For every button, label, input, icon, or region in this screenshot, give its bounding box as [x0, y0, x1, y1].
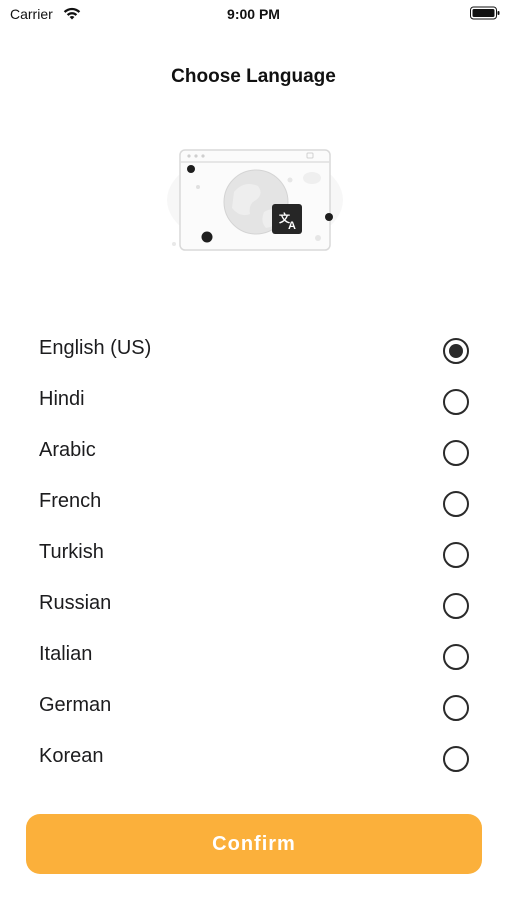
language-option-korean[interactable]: Korean: [0, 733, 507, 784]
radio-button[interactable]: [443, 542, 469, 568]
language-label: Arabic: [39, 439, 96, 461]
radio-button[interactable]: [443, 593, 469, 619]
language-option-turkish[interactable]: Turkish: [0, 529, 507, 580]
translate-icon: 文 A: [272, 204, 302, 234]
radio-button[interactable]: [443, 746, 469, 772]
language-option-russian[interactable]: Russian: [0, 580, 507, 631]
page-title: Choose Language: [171, 66, 336, 87]
radio-button[interactable]: [443, 491, 469, 517]
language-option-hindi[interactable]: Hindi: [0, 376, 507, 427]
language-option-italian[interactable]: Italian: [0, 631, 507, 682]
language-label: Italian: [39, 643, 93, 665]
radio-button[interactable]: [443, 440, 469, 466]
language-illustration: 文 A: [167, 149, 343, 251]
language-label: French: [39, 490, 102, 512]
language-option-french[interactable]: French: [0, 478, 507, 529]
radio-button[interactable]: [443, 695, 469, 721]
language-option-arabic[interactable]: Arabic: [0, 427, 507, 478]
language-option-english-us[interactable]: English (US): [0, 325, 507, 376]
radio-button[interactable]: [443, 389, 469, 415]
svg-text:A: A: [288, 220, 296, 232]
status-bar: Carrier 9:00 PM: [0, 0, 507, 30]
language-option-german[interactable]: German: [0, 682, 507, 733]
language-label: Russian: [39, 592, 112, 614]
language-label: Turkish: [39, 541, 104, 563]
battery-icon: [470, 6, 500, 20]
language-list: English (US) Hindi Arabic French Turkish…: [0, 325, 507, 784]
status-time: 9:00 PM: [227, 6, 280, 22]
radio-button[interactable]: [443, 644, 469, 670]
radio-button[interactable]: [443, 338, 469, 364]
language-label: German: [39, 694, 112, 716]
language-label: English (US): [39, 337, 152, 359]
confirm-button[interactable]: Confirm: [26, 814, 482, 874]
language-label: Hindi: [39, 388, 85, 410]
language-screen: Carrier 9:00 PM Choose Language 文 A Engl…: [0, 0, 507, 900]
language-label: Korean: [39, 745, 104, 767]
